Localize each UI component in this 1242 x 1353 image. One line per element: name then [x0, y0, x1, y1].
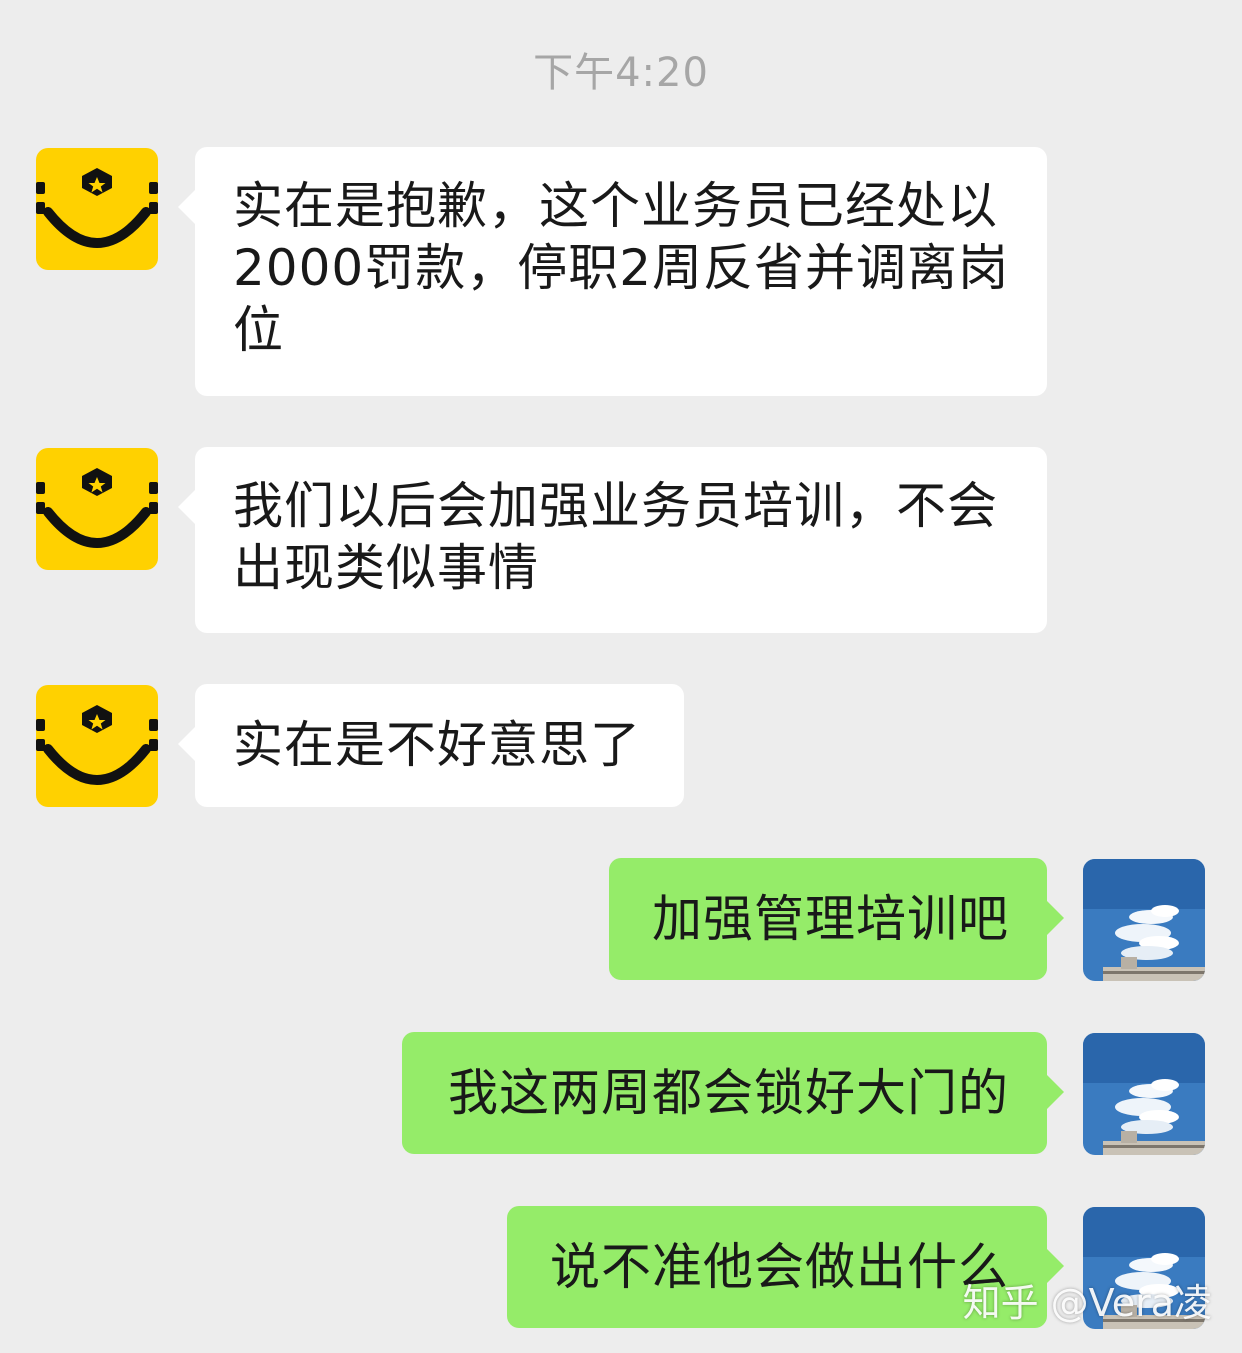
message-text: 加强管理培训吧	[652, 890, 1009, 948]
sky-photo-icon	[1083, 859, 1205, 981]
merchant-avatar[interactable]	[36, 448, 158, 570]
incoming-message-bubble[interactable]: 我们以后会加强业务员培训，不会出现类似事情	[178, 447, 1047, 633]
merchant-avatar[interactable]	[36, 148, 158, 270]
incoming-message-bubble[interactable]: 实在是抱歉，这个业务员已经处以2000罚款，停职2周反省并调离岗位	[178, 147, 1047, 396]
smiley-logo-icon	[36, 448, 158, 570]
message-text: 说不准他会做出什么	[550, 1238, 1009, 1296]
outgoing-message-bubble[interactable]: 我这两周都会锁好大门的	[402, 1032, 1064, 1154]
message-text: 我这两周都会锁好大门的	[448, 1064, 1009, 1122]
zhihu-watermark: 知乎 @Vera凌	[962, 1281, 1212, 1325]
chat-timestamp: 下午4:20	[533, 50, 709, 96]
message-text: 实在是抱歉，这个业务员已经处以2000罚款，停职2周反省并调离岗位	[233, 177, 1010, 359]
my-avatar[interactable]	[1083, 859, 1205, 981]
merchant-avatar[interactable]	[36, 685, 158, 807]
smiley-logo-icon	[36, 148, 158, 270]
outgoing-message-bubble[interactable]: 加强管理培训吧	[609, 858, 1064, 980]
message-text: 我们以后会加强业务员培训，不会出现类似事情	[233, 477, 998, 597]
sky-photo-icon	[1083, 1033, 1205, 1155]
message-text: 实在是不好意思了	[233, 716, 641, 774]
incoming-message-bubble[interactable]: 实在是不好意思了	[178, 684, 684, 807]
smiley-logo-icon	[36, 685, 158, 807]
my-avatar[interactable]	[1083, 1033, 1205, 1155]
